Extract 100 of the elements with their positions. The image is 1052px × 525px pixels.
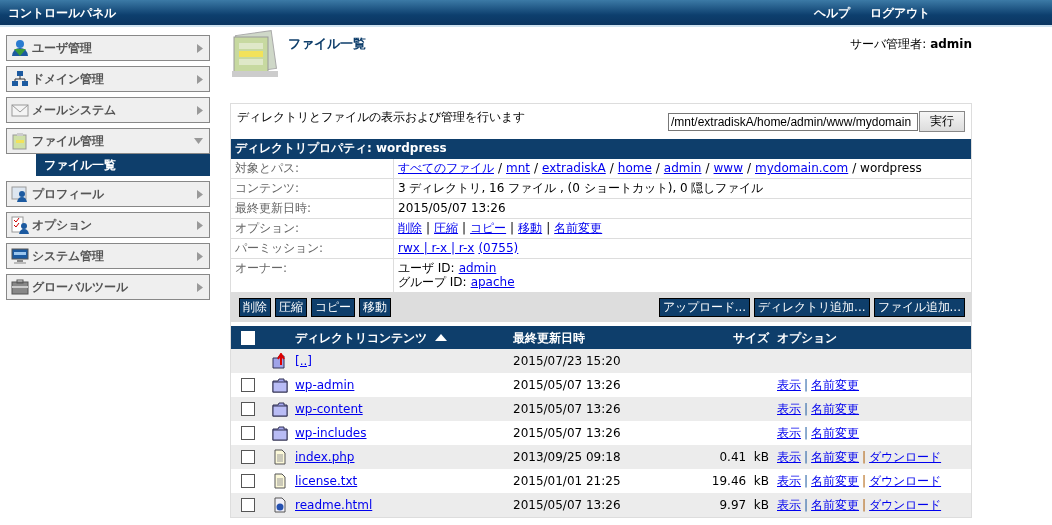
file-link[interactable]: wp-content	[295, 402, 363, 416]
toolbar-button[interactable]: ファイル追加...	[873, 298, 965, 317]
toolbar-button[interactable]: 削除	[239, 298, 271, 317]
property-text: /	[498, 161, 503, 175]
table-cell: 0.41 kB	[719, 450, 769, 464]
option-link[interactable]: 表示	[777, 450, 801, 464]
toolbox-icon	[11, 278, 29, 296]
link[interactable]: 削除	[398, 221, 422, 235]
property-text: /	[609, 161, 614, 175]
sidebar-item[interactable]: メールシステム	[6, 97, 210, 123]
property-label: コンテンツ:	[231, 179, 394, 198]
file-link[interactable]: readme.html	[295, 498, 373, 512]
sidebar-item[interactable]: ファイル管理	[6, 128, 210, 154]
row-checkbox[interactable]	[241, 402, 255, 416]
table-cell: 2015/05/07 13:26	[513, 426, 621, 440]
property-text: /	[746, 161, 751, 175]
property-label: 対象とパス:	[231, 159, 394, 178]
separator: |	[862, 498, 867, 512]
property-label: パーミッション:	[231, 239, 394, 258]
file-link[interactable]: [..]	[295, 354, 312, 368]
option-link[interactable]: 名前変更	[811, 498, 860, 512]
link[interactable]: home	[617, 161, 652, 175]
link[interactable]: admin	[458, 261, 497, 275]
link[interactable]: admin	[663, 161, 702, 175]
option-link[interactable]: ダウンロード	[869, 450, 942, 464]
row-checkbox[interactable]	[241, 426, 255, 440]
toolbar-button[interactable]: 移動	[359, 298, 391, 317]
property-label: オーナー:	[231, 259, 394, 292]
table-cell: 2013/09/25 09:18	[513, 450, 621, 464]
option-link[interactable]: ダウンロード	[869, 474, 942, 488]
folder-icon	[272, 377, 288, 393]
network-icon	[11, 70, 29, 88]
property-text: /	[655, 161, 660, 175]
property-text: グループ ID:	[398, 275, 467, 289]
column-header: 最終更新日時	[513, 330, 585, 345]
web-file-icon	[272, 497, 288, 513]
column-header[interactable]: ディレクトリコンテンツ	[295, 330, 427, 345]
header-link[interactable]: ヘルプ	[814, 5, 850, 20]
option-link[interactable]: 名前変更	[811, 378, 860, 392]
link[interactable]: www	[713, 161, 743, 175]
toolbar-button[interactable]: 圧縮	[275, 298, 307, 317]
property-text: /	[534, 161, 539, 175]
link[interactable]: rwx | r-x | r-x	[398, 241, 475, 255]
option-link[interactable]: 名前変更	[811, 426, 860, 440]
link[interactable]: apache	[470, 275, 515, 289]
server-admin-label: サーバ管理者: admin	[850, 37, 972, 51]
row-checkbox[interactable]	[241, 498, 255, 512]
row-checkbox[interactable]	[241, 474, 255, 488]
link[interactable]: すべてのファイル	[398, 161, 494, 175]
row-checkbox[interactable]	[241, 378, 255, 392]
file-link[interactable]: wp-admin	[295, 378, 355, 392]
separator: |	[804, 498, 809, 512]
link[interactable]: mydomain.com	[755, 161, 849, 175]
link[interactable]: 圧縮	[434, 221, 459, 235]
property-label: オプション:	[231, 219, 394, 238]
column-header: オプション	[777, 330, 837, 345]
sidebar-item[interactable]: ドメイン管理	[6, 66, 210, 92]
sidebar-item[interactable]: オプション	[6, 212, 210, 238]
option-link[interactable]: 名前変更	[811, 474, 860, 488]
option-link[interactable]: 表示	[777, 498, 801, 512]
option-link[interactable]: 表示	[777, 378, 801, 392]
property-text: ユーザ ID:	[398, 261, 455, 275]
option-link[interactable]: 表示	[777, 426, 801, 440]
header-link[interactable]: ログアウト	[870, 5, 930, 20]
option-link[interactable]: ダウンロード	[869, 498, 942, 512]
file-link[interactable]: index.php	[295, 450, 355, 464]
select-all-checkbox[interactable]	[241, 330, 255, 345]
toolbar-button[interactable]: ディレクトリ追加...	[754, 298, 870, 317]
sidebar-item[interactable]: グローバルツール	[6, 274, 210, 300]
sidebar-item[interactable]: システム管理	[6, 243, 210, 269]
link[interactable]: mnt	[506, 161, 531, 175]
toolbar-button[interactable]: アップロード...	[658, 298, 751, 317]
path-input-field[interactable]: /mnt/extradiskA/home/admin/www/mydomain	[668, 113, 918, 131]
link[interactable]: コピー	[470, 221, 507, 235]
person-icon	[11, 39, 29, 57]
toolbar-button[interactable]: コピー	[311, 298, 355, 317]
description-text: ディレクトリとファイルの表示および管理を行います	[237, 110, 525, 124]
sidebar-subitem[interactable]: ファイル一覧	[36, 154, 210, 176]
envelope-icon	[11, 101, 29, 119]
option-link[interactable]: 表示	[777, 474, 801, 488]
row-checkbox[interactable]	[241, 450, 255, 464]
option-link[interactable]: 名前変更	[811, 402, 860, 416]
property-text: |	[510, 221, 515, 235]
sidebar-item[interactable]: ユーザ管理	[6, 35, 210, 61]
link[interactable]: 名前変更	[554, 221, 603, 235]
separator: |	[804, 474, 809, 488]
app-title: コントロールパネル	[7, 5, 116, 20]
table-cell: 2015/07/23 15:20	[513, 354, 621, 368]
link[interactable]: extradiskA	[542, 161, 606, 175]
sidebar-item[interactable]: プロフィール	[6, 181, 210, 207]
option-link[interactable]: 表示	[777, 402, 801, 416]
checklist-icon	[11, 216, 29, 234]
property-label: 最終更新日時:	[231, 199, 394, 218]
file-link[interactable]: license.txt	[295, 474, 358, 488]
file-link[interactable]: wp-includes	[295, 426, 367, 440]
link[interactable]: 移動	[518, 221, 543, 235]
link[interactable]: (0755)	[478, 241, 519, 255]
folder-icon	[272, 401, 288, 417]
run-button[interactable]: 実行	[919, 111, 965, 132]
option-link[interactable]: 名前変更	[811, 450, 860, 464]
